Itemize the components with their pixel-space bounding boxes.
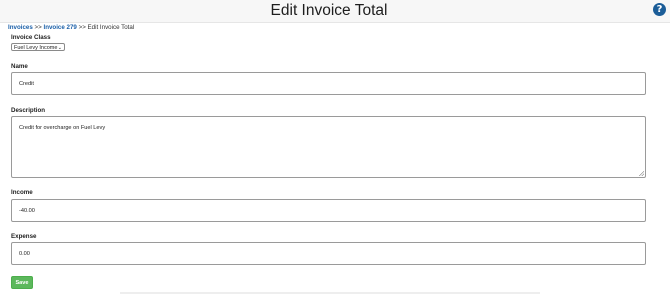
name-field[interactable]: Credit — [11, 72, 646, 95]
help-icon[interactable]: ? — [653, 3, 666, 16]
income-label: Income — [11, 189, 33, 196]
breadcrumb: Invoices >> Invoice 279 >> Edit Invoice … — [8, 24, 134, 32]
save-button[interactable]: Save — [11, 276, 33, 289]
breadcrumb-separator: >> — [78, 24, 86, 31]
breadcrumb-separator: >> — [34, 24, 42, 31]
expense-field[interactable]: 0.00 — [11, 242, 646, 265]
income-value: -40.00 — [19, 208, 35, 214]
description-label: Description — [11, 107, 46, 114]
invoice-class-selected: Fuel Levy Income — [14, 45, 58, 51]
income-field[interactable]: -40.00 — [11, 199, 646, 222]
breadcrumb-link-invoice[interactable]: Invoice 279 — [43, 24, 76, 31]
breadcrumb-current: Edit Invoice Total — [87, 24, 135, 31]
expense-label: Expense — [11, 233, 37, 240]
name-label: Name — [11, 63, 28, 70]
breadcrumb-link-invoices[interactable]: Invoices — [8, 24, 33, 31]
name-value: Credit — [19, 81, 34, 87]
expense-value: 0.00 — [19, 251, 30, 257]
invoice-class-select[interactable]: Fuel Levy Income ⌄ — [11, 43, 65, 51]
chevron-down-icon: ⌄ — [57, 45, 62, 51]
invoice-class-label: Invoice Class — [11, 34, 51, 41]
description-textarea[interactable]: Credit for overcharge on Fuel Levy — [11, 116, 646, 178]
top-bar: Edit Invoice Total ? — [0, 0, 670, 23]
description-value: Credit for overcharge on Fuel Levy — [19, 125, 106, 131]
page-title: Edit Invoice Total — [270, 2, 388, 19]
resize-grip-icon[interactable] — [639, 171, 644, 176]
